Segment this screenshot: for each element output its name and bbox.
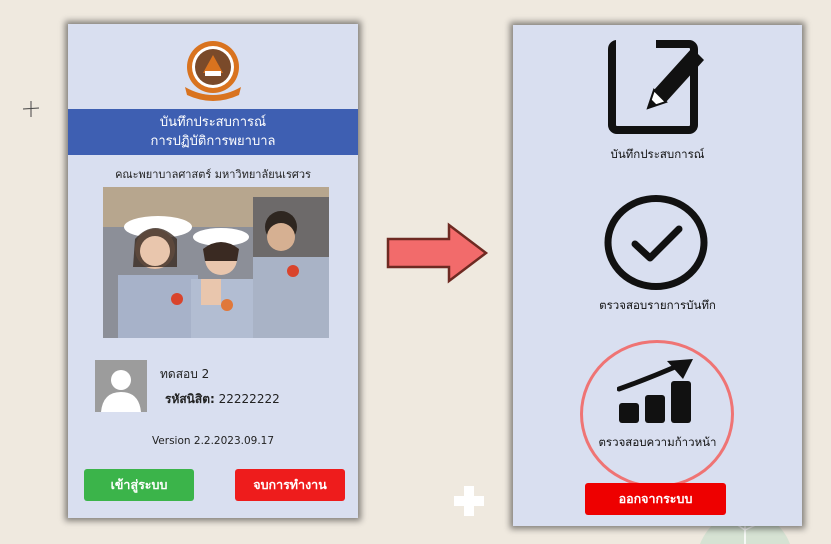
exit-app-button[interactable]: จบการทำงาน	[235, 469, 345, 501]
user-name: ทดสอบ 2	[160, 367, 210, 381]
cross-decoration	[22, 101, 40, 117]
avatar	[95, 360, 147, 412]
menu-screen: บันทึกประสบการณ์ ตรวจสอบรายการบันทึก ตรว…	[513, 25, 802, 526]
menu-label-check-records: ตรวจสอบรายการบันทึก	[599, 298, 716, 312]
edit-note-icon	[608, 40, 704, 134]
login-screen: บันทึกประสบการณ์ การปฏิบัติการพยาบาล คณะ…	[68, 24, 358, 518]
version-text: Version 2.2.2023.09.17	[151, 435, 275, 447]
app-title-line2: การปฏิบัติการพยาบาล	[150, 134, 276, 149]
logout-button[interactable]: ออกจากระบบ	[585, 483, 726, 515]
plus-decoration	[454, 486, 484, 516]
student-id: รหัสนิสิต: 22222222	[165, 390, 280, 409]
faculty-name: คณะพยาบาลศาสตร์ มหาวิทยาลัยนเรศวร	[115, 168, 311, 181]
check-circle-icon	[604, 195, 708, 290]
right-arrow-icon	[386, 222, 489, 284]
nurses-photo	[103, 187, 329, 338]
app-title-band: บันทึกประสบการณ์ การปฏิบัติการพยาบาล	[68, 109, 358, 155]
student-id-value: 22222222	[218, 392, 280, 406]
app-title-line1: บันทึกประสบการณ์	[159, 115, 267, 130]
student-id-label: รหัสนิสิต:	[165, 392, 215, 406]
login-button[interactable]: เข้าสู่ระบบ	[84, 469, 194, 501]
menu-label-record: บันทึกประสบการณ์	[610, 147, 705, 161]
highlight-circle	[580, 340, 734, 488]
faculty-logo	[185, 41, 241, 101]
